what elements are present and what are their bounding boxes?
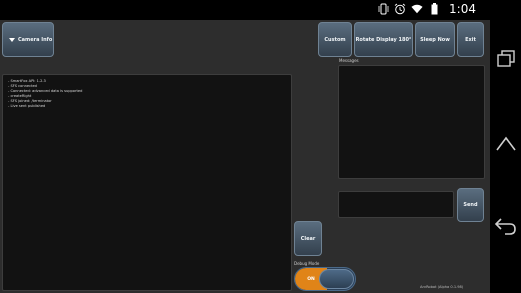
- toggle-knob[interactable]: [319, 269, 354, 289]
- rotate-display-button[interactable]: Rotate Display 180°: [354, 22, 413, 57]
- home-button[interactable]: [490, 130, 521, 161]
- message-input[interactable]: [338, 191, 454, 218]
- navigation-bar: [490, 0, 521, 293]
- recents-icon: [496, 49, 516, 72]
- messages-label: Messages: [339, 58, 359, 63]
- alarm-icon: [394, 3, 406, 15]
- rotate-display-label: Rotate Display 180°: [355, 36, 412, 43]
- sleep-now-label: Sleep Now: [420, 36, 450, 43]
- version-text: ArvRobot (Alpha 0.1.98): [420, 285, 464, 289]
- clock: 1:04: [449, 2, 476, 16]
- exit-button[interactable]: Exit: [457, 22, 484, 57]
- clear-label: Clear: [300, 235, 316, 242]
- custom-label: Custom: [324, 36, 346, 43]
- log-line: - Live sent published: [8, 104, 46, 108]
- battery-icon: [428, 3, 440, 15]
- send-button[interactable]: Send: [457, 188, 484, 222]
- log-panel[interactable]: - SmartFox API: 1.2.3 - SFS connected - …: [2, 74, 292, 291]
- debug-mode-toggle[interactable]: ON: [294, 267, 356, 291]
- camera-info-label: Camera Info: [18, 36, 53, 43]
- home-icon: [495, 136, 517, 156]
- recents-button[interactable]: [490, 45, 521, 76]
- exit-label: Exit: [465, 36, 476, 43]
- toggle-state-label: ON: [307, 276, 315, 282]
- chevron-down-icon: [9, 37, 15, 42]
- clear-button[interactable]: Clear: [294, 221, 322, 256]
- wifi-icon: [411, 3, 423, 15]
- messages-panel[interactable]: [338, 65, 485, 179]
- vibrate-icon: [377, 3, 389, 15]
- debug-mode-label: Debug Mode: [294, 261, 320, 266]
- sleep-now-button[interactable]: Sleep Now: [415, 22, 455, 57]
- status-icons: 1:04: [377, 2, 476, 16]
- app-window: Camera Info Custom Rotate Display 180° S…: [0, 20, 490, 293]
- back-button[interactable]: [490, 212, 521, 243]
- status-bar: 1:04: [0, 0, 490, 20]
- custom-button[interactable]: Custom: [318, 22, 352, 57]
- camera-info-button[interactable]: Camera Info: [2, 22, 54, 57]
- back-icon: [494, 216, 518, 240]
- send-label: Send: [463, 202, 478, 208]
